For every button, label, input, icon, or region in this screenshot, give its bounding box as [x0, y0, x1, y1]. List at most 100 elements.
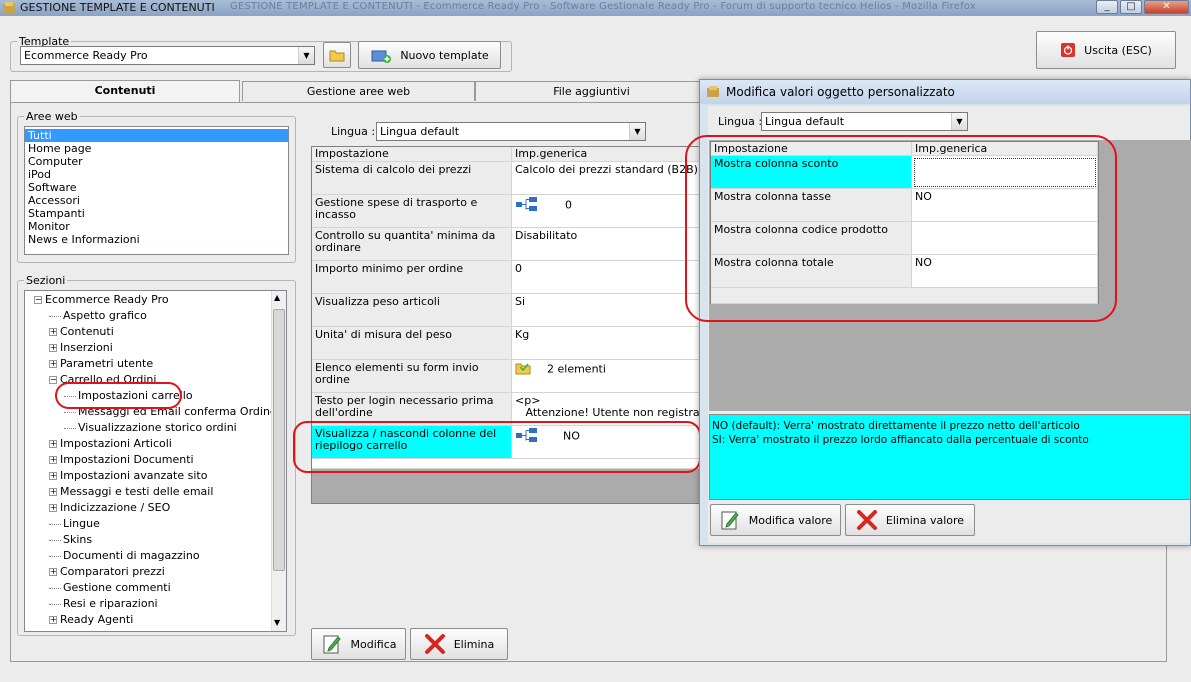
- aree-web-list[interactable]: Tutti Home page Computer iPod Software Access…: [24, 126, 289, 255]
- sezioni-legend: Sezioni: [26, 274, 66, 287]
- tree-item[interactable]: + Contenuti: [46, 325, 114, 338]
- tree-item[interactable]: + Impostazioni avanzate sito: [46, 469, 207, 482]
- list-item-area[interactable]: Software: [25, 181, 288, 194]
- tree-item-label: Skins: [63, 533, 93, 546]
- list-item-area[interactable]: Accessori: [25, 194, 288, 207]
- title-bar: GESTIONE TEMPLATE E CONTENUTI GESTIONE T…: [0, 0, 1191, 16]
- dialog-lingua-label: Lingua :: [718, 115, 763, 128]
- exit-button[interactable]: Uscita (ESC): [1036, 31, 1176, 69]
- tab-contenuti[interactable]: Contenuti: [10, 80, 240, 102]
- tree-item[interactable]: Lingue: [46, 517, 100, 530]
- info-line-no: NO (default): Verra' mostrato direttamen…: [712, 420, 1080, 432]
- grid-cell-value[interactable]: 0: [512, 261, 700, 294]
- sezioni-tree[interactable]: − Ecommerce Ready Pro Aspetto grafico + Cont…: [24, 290, 287, 632]
- exit-label: Uscita (ESC): [1084, 43, 1152, 57]
- grid-cell-value[interactable]: Calcolo dei prezzi standard (B2B): [512, 162, 700, 195]
- tree-line-icon: [64, 427, 76, 429]
- tree-item[interactable]: Visualizzazione storico ordini: [61, 421, 237, 434]
- tree-item[interactable]: + Ready Agenti: [46, 613, 133, 626]
- collapse-icon[interactable]: −: [49, 376, 57, 384]
- grid-cell-value[interactable]: Disabilitato: [512, 228, 700, 261]
- grid-cell-setting[interactable]: Controllo su quantita' minima da ordinar…: [312, 228, 512, 261]
- tree-item-label: Impostazioni avanzate sito: [60, 469, 208, 482]
- template-select-value: Ecommerce Ready Pro: [24, 49, 148, 62]
- delete-x-icon: [424, 634, 445, 654]
- minimize-button[interactable]: _: [1096, 0, 1118, 14]
- tree-item-label: Visualizzazione storico ordini: [78, 421, 237, 434]
- grid-cell-setting[interactable]: Gestione spese di trasporto e incasso: [312, 195, 512, 228]
- grid-cell-value[interactable]: Kg: [512, 327, 700, 360]
- modifica-button[interactable]: Modifica: [311, 628, 406, 660]
- expand-icon[interactable]: +: [49, 360, 57, 368]
- expand-icon[interactable]: +: [49, 344, 57, 352]
- tree-item-label: Lingue: [63, 517, 100, 530]
- grid-cell-setting[interactable]: Elenco elementi su form invio ordine: [312, 360, 512, 393]
- grid-value-text: Kg: [515, 328, 530, 341]
- close-button[interactable]: ✕: [1144, 0, 1189, 14]
- tree-item[interactable]: − Ecommerce Ready Pro: [31, 293, 169, 306]
- tree-item[interactable]: Resi e riparazioni: [46, 597, 158, 610]
- maximize-button[interactable]: □: [1120, 0, 1142, 14]
- tree-item[interactable]: + Messaggi e testi delle email: [46, 485, 213, 498]
- grid-cell-setting[interactable]: Visualizza peso articoli: [312, 294, 512, 327]
- tree-item-label: Inserzioni: [60, 341, 113, 354]
- grid-cell-value[interactable]: 2 elementi: [512, 360, 700, 393]
- sezioni-scrollbar[interactable]: ▲ ▼: [271, 291, 286, 631]
- new-template-button[interactable]: Nuovo template: [358, 41, 501, 69]
- lingua-select[interactable]: Lingua default ▼: [376, 122, 646, 141]
- tree-item-label: Comparatori prezzi: [60, 565, 165, 578]
- grid-cell-setting[interactable]: Unita' di misura del peso: [312, 327, 512, 360]
- tree-item[interactable]: Skins: [46, 533, 92, 546]
- expand-icon[interactable]: +: [49, 504, 57, 512]
- list-item-area[interactable]: Tutti: [25, 129, 288, 142]
- tab-gestione-aree-web[interactable]: Gestione aree web: [242, 81, 475, 101]
- scroll-up-icon[interactable]: ▲: [274, 293, 280, 302]
- tree-item[interactable]: Aspetto grafico: [46, 309, 147, 322]
- list-item-area[interactable]: Home page: [25, 142, 288, 155]
- window-title-ghost: GESTIONE TEMPLATE E CONTENUTI - Ecommerc…: [230, 1, 976, 12]
- list-item-area[interactable]: Monitor: [25, 220, 288, 233]
- expand-icon[interactable]: +: [49, 456, 57, 464]
- tree-item[interactable]: + Comparatori prezzi: [46, 565, 165, 578]
- collapse-icon[interactable]: −: [34, 296, 42, 304]
- tree-item[interactable]: + Impostazioni Documenti: [46, 453, 194, 466]
- template-select[interactable]: Ecommerce Ready Pro ▼: [20, 46, 315, 65]
- grid-cell-setting[interactable]: Importo minimo per ordine: [312, 261, 512, 294]
- scroll-down-icon[interactable]: ▼: [274, 618, 280, 627]
- modifica-valore-button[interactable]: Modifica valore: [710, 504, 841, 536]
- tab-file-aggiuntivi[interactable]: File aggiuntivi: [475, 81, 708, 101]
- grid-cell-value[interactable]: 0: [512, 195, 700, 228]
- grid-value-text: Calcolo dei prezzi standard (B2B): [515, 163, 698, 176]
- list-item-area[interactable]: Stampanti: [25, 207, 288, 220]
- delete-x-icon: [856, 510, 877, 530]
- tree-item[interactable]: Documenti di magazzino: [46, 549, 200, 562]
- tree-item-label: Documenti di magazzino: [63, 549, 200, 562]
- scrollbar-thumb[interactable]: [273, 309, 285, 571]
- power-icon: [1061, 43, 1076, 57]
- expand-icon[interactable]: +: [49, 472, 57, 480]
- expand-icon[interactable]: +: [49, 488, 57, 496]
- tree-item[interactable]: Gestione commenti: [46, 581, 171, 594]
- aree-web-legend: Aree web: [26, 110, 78, 123]
- tree-item[interactable]: + Parametri utente: [46, 357, 153, 370]
- grid-cell-value[interactable]: Si: [512, 294, 700, 327]
- tree-item-label: Resi e riparazioni: [63, 597, 158, 610]
- expand-icon[interactable]: +: [49, 568, 57, 576]
- elimina-button[interactable]: Elimina: [410, 628, 508, 660]
- tree-item[interactable]: + Indicizzazione / SEO: [46, 501, 170, 514]
- list-item-area[interactable]: Computer: [25, 155, 288, 168]
- list-item-area[interactable]: News e Informazioni: [25, 233, 288, 246]
- elimina-valore-button[interactable]: Elimina valore: [845, 504, 975, 536]
- expand-icon[interactable]: +: [49, 328, 57, 336]
- dialog-lingua-select[interactable]: Lingua default ▼: [761, 112, 968, 131]
- tree-item[interactable]: + Impostazioni Articoli: [46, 437, 172, 450]
- expand-icon[interactable]: +: [49, 616, 57, 624]
- list-item-area[interactable]: iPod: [25, 168, 288, 181]
- tree-line-icon: [49, 587, 61, 589]
- open-folder-button[interactable]: [323, 42, 351, 68]
- expand-icon[interactable]: +: [49, 440, 57, 448]
- chevron-down-icon: ▼: [298, 47, 314, 64]
- tree-item[interactable]: + Inserzioni: [46, 341, 113, 354]
- tree-item-label: Indicizzazione / SEO: [60, 501, 171, 514]
- grid-cell-setting[interactable]: Sistema di calcolo dei prezzi: [312, 162, 512, 195]
